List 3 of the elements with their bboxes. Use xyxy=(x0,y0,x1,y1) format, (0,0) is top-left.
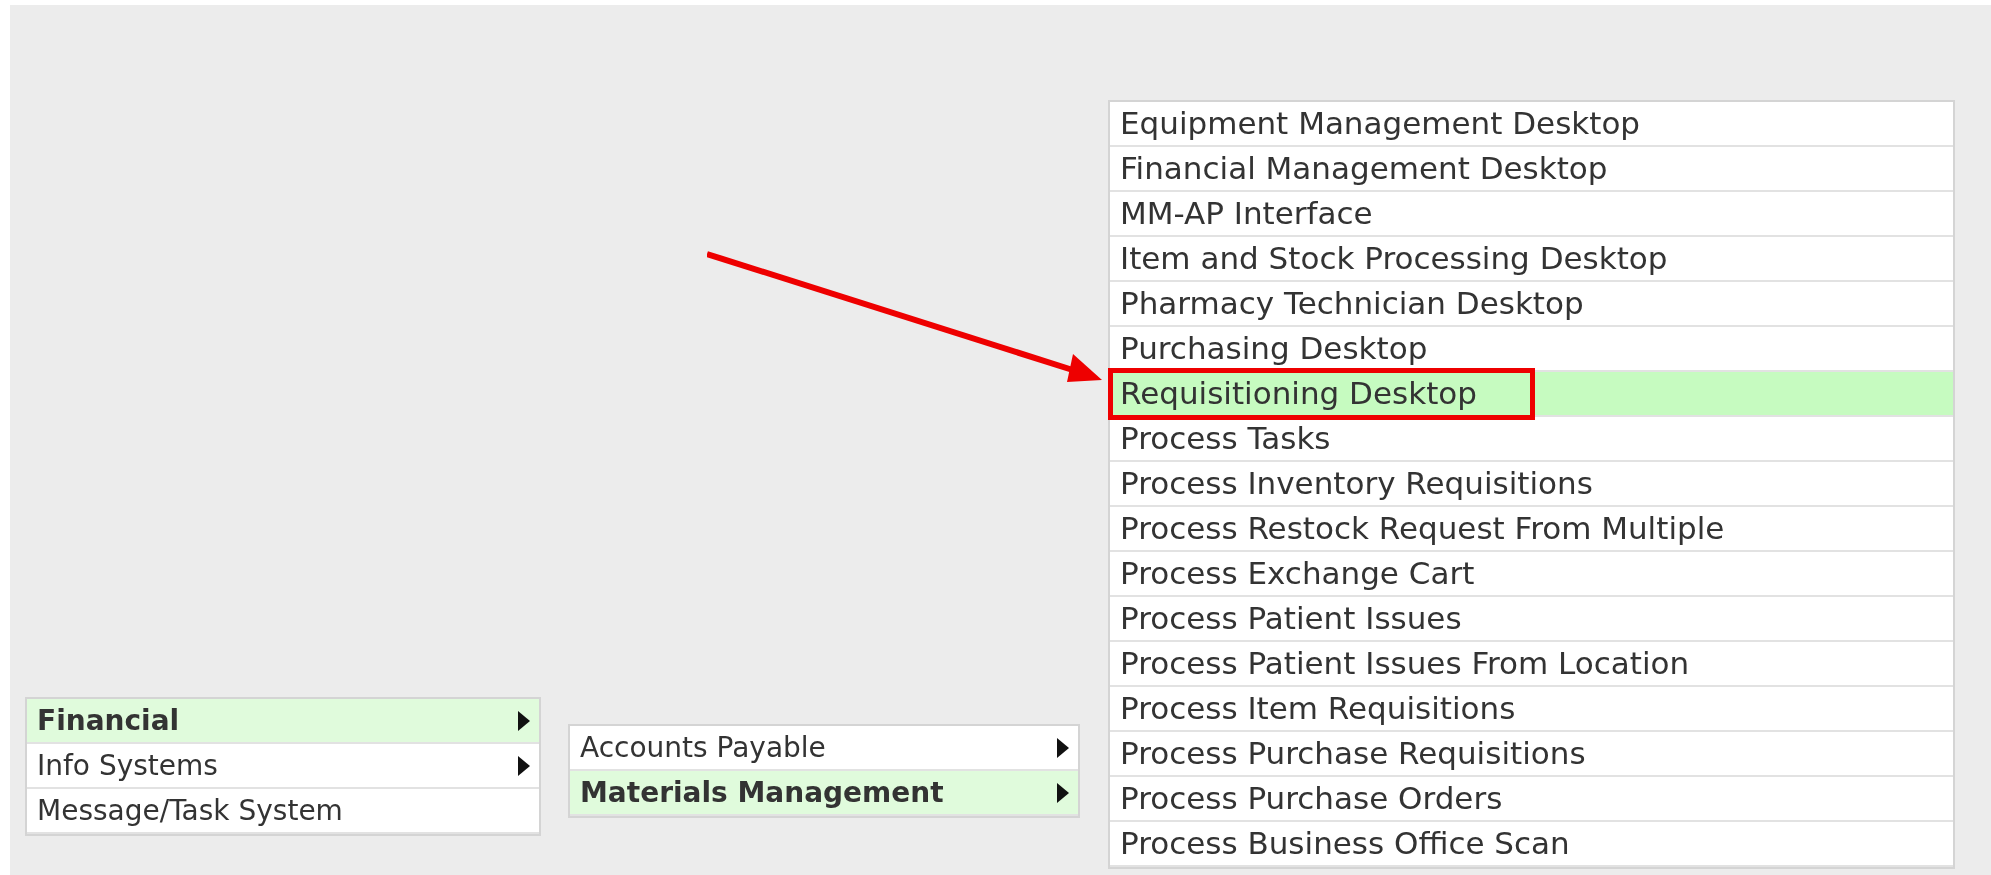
menu-item[interactable]: Financial xyxy=(27,699,539,744)
menu-item[interactable]: Materials Management xyxy=(570,771,1078,816)
menu-item[interactable]: Requisitioning Desktop xyxy=(1110,372,1953,417)
